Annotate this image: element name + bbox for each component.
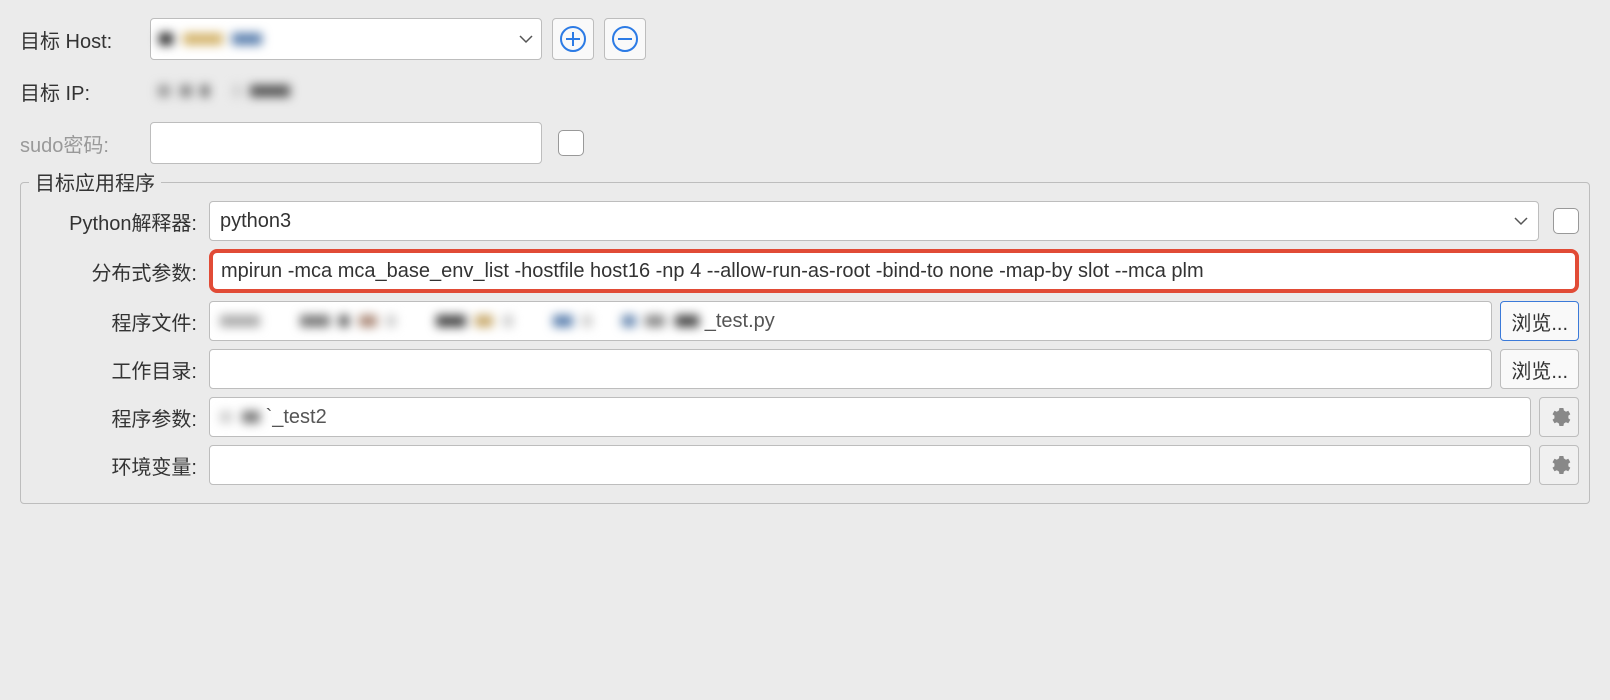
add-host-button[interactable] [552,18,594,60]
program-file-value-blurred [220,310,703,333]
plus-icon [558,24,588,54]
env-vars-input[interactable] [209,445,1531,485]
program-file-suffix: _test.py [705,310,775,333]
env-vars-label: 环境变量: [31,451,201,480]
python-interpreter-combo[interactable]: python3 [209,201,1539,241]
target-host-value [159,28,266,51]
program-args-label: 程序参数: [31,403,201,432]
sudo-checkbox[interactable] [558,130,584,156]
chevron-down-icon [519,34,533,44]
env-vars-settings-button[interactable] [1539,445,1579,485]
working-dir-browse-button[interactable]: 浏览... [1500,349,1579,389]
sudo-password-input[interactable] [150,122,542,164]
chevron-down-icon [1514,216,1528,226]
program-args-suffix: _test2 [272,406,326,429]
gear-icon [1547,405,1571,429]
program-file-browse-button[interactable]: 浏览... [1500,301,1579,341]
remove-host-button[interactable] [604,18,646,60]
program-args-value-blurred [220,406,264,429]
sudo-password-label: sudo密码: [20,129,140,158]
program-args-input[interactable]: `_test2 [209,397,1531,437]
target-application-fieldset: 目标应用程序 Python解释器: python3 分布式参数: mpirun … [20,182,1590,504]
python-interpreter-value: python3 [220,210,291,233]
program-file-label: 程序文件: [31,307,201,336]
working-dir-label: 工作目录: [31,355,201,384]
minus-icon [610,24,640,54]
python-interpreter-label: Python解释器: [31,207,201,236]
distributed-args-value: mpirun -mca mca_base_env_list -hostfile … [221,260,1204,283]
browse-label: 浏览... [1511,307,1568,336]
python-interpreter-checkbox[interactable] [1553,208,1579,234]
gear-icon [1547,453,1571,477]
program-file-input[interactable]: _test.py [209,301,1492,341]
working-dir-input[interactable] [209,349,1492,389]
target-ip-value [150,70,542,112]
target-host-combo[interactable] [150,18,542,60]
target-ip-label: 目标 IP: [20,77,140,106]
fieldset-legend: 目标应用程序 [29,167,161,196]
target-host-label: 目标 Host: [20,25,140,54]
program-args-settings-button[interactable] [1539,397,1579,437]
distributed-args-input[interactable]: mpirun -mca mca_base_env_list -hostfile … [209,249,1579,293]
browse-label: 浏览... [1511,355,1568,384]
distributed-args-label: 分布式参数: [31,257,201,286]
